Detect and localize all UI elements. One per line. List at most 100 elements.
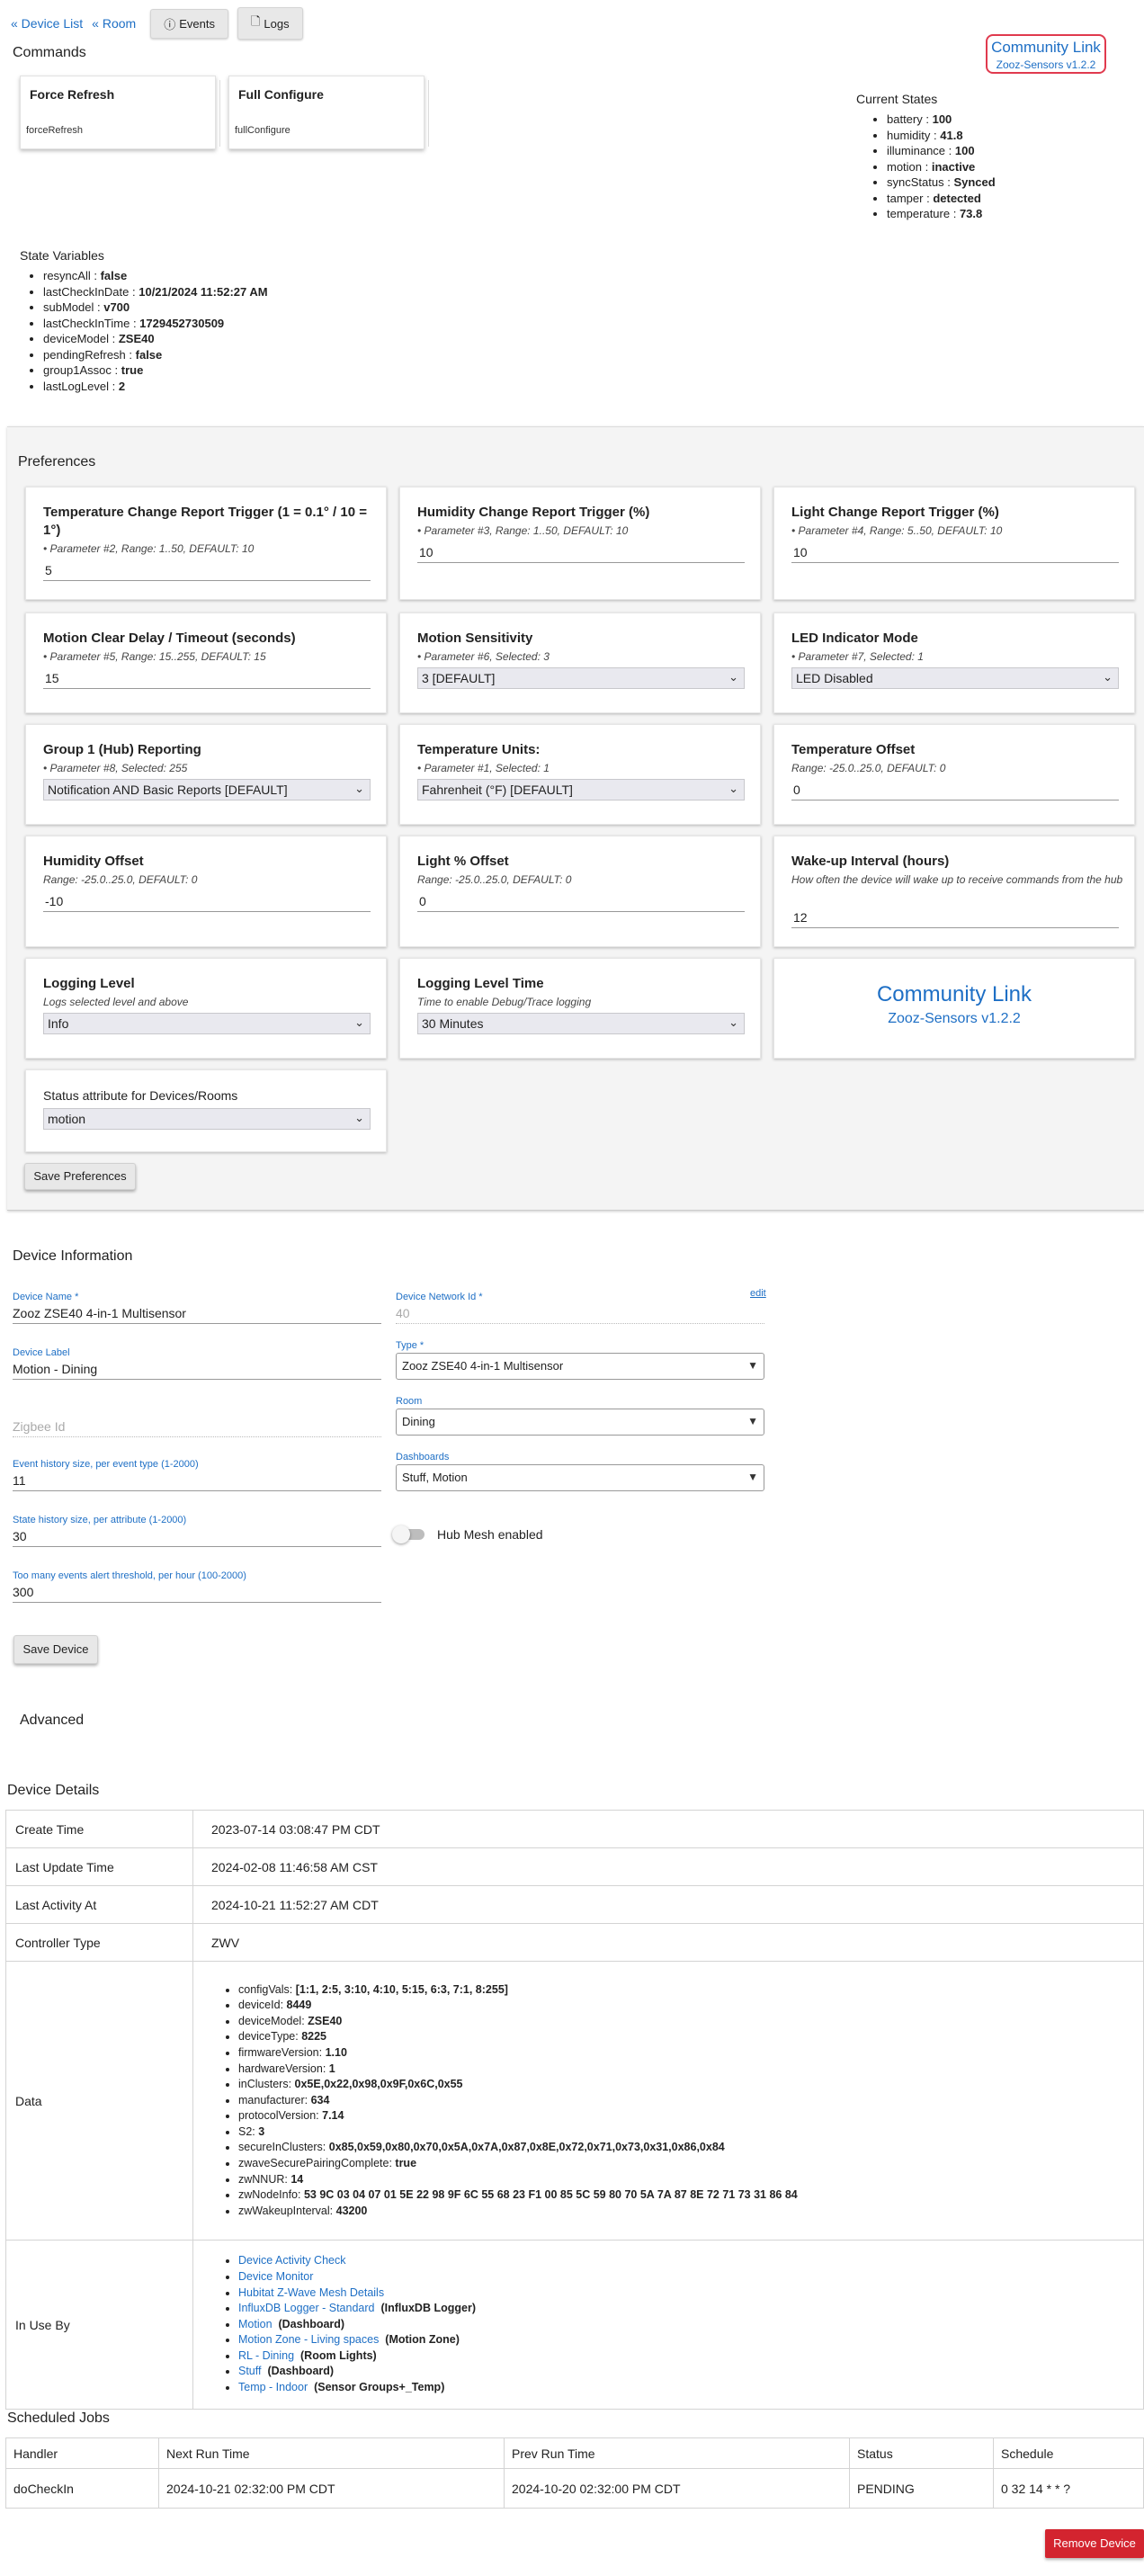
temp-offset-input[interactable]: 0 xyxy=(791,781,1119,801)
app-link[interactable]: InfluxDB Logger - Standard xyxy=(238,2302,374,2314)
device-name-input[interactable]: Zooz ZSE40 4-in-1 Multisensor xyxy=(13,1304,381,1324)
app-link[interactable]: Hubitat Z-Wave Mesh Details xyxy=(238,2286,384,2299)
detail-value: ZWV xyxy=(192,1923,1144,1962)
pref-desc: Logs selected level and above xyxy=(43,996,189,1008)
state-item: temperature : 73.8 xyxy=(887,206,996,222)
state-variables-heading: State Variables xyxy=(20,248,104,263)
pref-community-link[interactable]: Community Link Zooz-Sensors v1.2.2 xyxy=(773,958,1135,1059)
app-link[interactable]: Device Monitor xyxy=(238,2270,313,2283)
chevron-down-icon: ⌄ xyxy=(354,782,364,795)
list-item: Device Activity Check xyxy=(238,2253,1142,2269)
select-value: 3 [DEFAULT] xyxy=(422,671,496,685)
top-nav: « Device List « Room ⓘ Events 🗋 Logs xyxy=(11,7,303,40)
logs-button[interactable]: 🗋 Logs xyxy=(237,7,303,40)
list-item: protocolVersion: 7.14 xyxy=(238,2108,1142,2124)
column-header: Next Run Time xyxy=(158,2437,505,2469)
light-offset-input[interactable]: 0 xyxy=(417,892,745,912)
list-item: Temp - Indoor (Sensor Groups+_Temp) xyxy=(238,2380,1142,2396)
community-link-title: Community Link xyxy=(991,39,1101,56)
save-preferences-button[interactable]: Save Preferences xyxy=(24,1163,136,1190)
force-refresh-command[interactable]: Force Refresh forceRefresh xyxy=(20,76,220,149)
zigbee-id-input[interactable]: Zigbee Id xyxy=(13,1418,381,1437)
remove-device-button[interactable]: Remove Device xyxy=(1045,2529,1144,2558)
device-list-link[interactable]: « Device List xyxy=(11,16,83,31)
pref-light-trigger: Light Change Report Trigger (%) • Parame… xyxy=(773,487,1135,600)
wakeup-interval-input[interactable]: 12 xyxy=(791,908,1119,928)
save-device-button[interactable]: Save Device xyxy=(13,1635,98,1664)
events-button[interactable]: ⓘ Events xyxy=(150,8,228,39)
state-variable-item: resyncAll : false xyxy=(43,268,268,284)
device-label-input[interactable]: Motion - Dining xyxy=(13,1360,381,1380)
chevron-down-icon: ⌄ xyxy=(354,1111,364,1124)
pref-humidity-trigger: Humidity Change Report Trigger (%) • Par… xyxy=(399,487,761,600)
pref-desc: Range: -25.0..25.0, DEFAULT: 0 xyxy=(43,873,198,886)
current-states-list: battery : 100 humidity : 41.8 illuminanc… xyxy=(871,112,996,222)
table-row: Controller Type ZWV xyxy=(5,1923,1144,1962)
document-icon: 🗋 xyxy=(250,14,261,28)
job-status: PENDING xyxy=(849,2468,994,2509)
pref-title: Temperature Change Report Trigger (1 = 0… xyxy=(43,505,367,538)
advanced-toggle[interactable]: Advanced xyxy=(20,1713,84,1729)
pref-desc: • Parameter #1, Selected: 1 xyxy=(417,762,550,774)
select-value: Fahrenheit (°F) [DEFAULT] xyxy=(422,783,573,797)
list-item: RL - Dining (Room Lights) xyxy=(238,2348,1142,2365)
state-item: humidity : 41.8 xyxy=(887,128,996,144)
caret-down-icon: ▼ xyxy=(747,1359,758,1372)
temp-trigger-input[interactable]: 5 xyxy=(43,561,371,581)
table-row: Last Update Time 2024-02-08 11:46:58 AM … xyxy=(5,1847,1144,1886)
app-link[interactable]: Motion xyxy=(238,2318,273,2330)
chevron-down-icon: ⌄ xyxy=(728,670,738,684)
edit-network-id-link[interactable]: edit xyxy=(750,1288,766,1299)
events-label: Events xyxy=(179,16,215,31)
event-history-input[interactable]: 11 xyxy=(13,1471,381,1491)
type-select[interactable]: Zooz ZSE40 4-in-1 Multisensor ▼ xyxy=(396,1353,764,1380)
pref-humidity-offset: Humidity Offset Range: -25.0..25.0, DEFA… xyxy=(25,836,387,947)
app-link[interactable]: Device Activity Check xyxy=(238,2254,345,2267)
humidity-offset-input[interactable]: -10 xyxy=(43,892,371,912)
dashboards-select[interactable]: Stuff, Motion ▼ xyxy=(396,1464,764,1491)
list-item: zwNNUR: 14 xyxy=(238,2172,1142,2188)
alert-threshold-input[interactable]: 300 xyxy=(13,1583,381,1603)
app-link[interactable]: Motion Zone - Living spaces xyxy=(238,2333,379,2346)
pref-title: Group 1 (Hub) Reporting xyxy=(43,742,201,757)
list-item: Motion Zone - Living spaces (Motion Zone… xyxy=(238,2332,1142,2348)
logging-level-select[interactable]: Info ⌄ xyxy=(43,1013,371,1034)
preferences-heading: Preferences xyxy=(18,454,96,470)
in-use-cell: Device Activity Check Device Monitor Hub… xyxy=(192,2240,1144,2410)
app-link[interactable]: RL - Dining xyxy=(238,2349,294,2362)
led-mode-select[interactable]: LED Disabled ⌄ xyxy=(791,667,1119,689)
column-header: Schedule xyxy=(993,2437,1144,2469)
list-item: Device Monitor xyxy=(238,2269,1142,2285)
app-link[interactable]: Temp - Indoor xyxy=(238,2381,308,2393)
room-link[interactable]: « Room xyxy=(92,16,136,31)
light-trigger-input[interactable]: 10 xyxy=(791,543,1119,563)
room-select[interactable]: Dining ▼ xyxy=(396,1409,764,1436)
status-attribute-select[interactable]: motion ⌄ xyxy=(43,1108,371,1130)
command-title: Full Configure xyxy=(238,87,324,102)
temp-units-select[interactable]: Fahrenheit (°F) [DEFAULT] ⌄ xyxy=(417,779,745,801)
app-link[interactable]: Stuff xyxy=(238,2365,261,2377)
device-details-table: Create Time 2023-07-14 03:08:47 PM CDT L… xyxy=(5,1810,1144,2410)
motion-sensitivity-select[interactable]: 3 [DEFAULT] ⌄ xyxy=(417,667,745,689)
list-item: S2: 3 xyxy=(238,2124,1142,2141)
motion-clear-input[interactable]: 15 xyxy=(43,669,371,689)
pref-temp-units: Temperature Units: • Parameter #1, Selec… xyxy=(399,724,761,825)
pref-title: Light Change Report Trigger (%) xyxy=(791,505,999,520)
scheduled-jobs-heading: Scheduled Jobs xyxy=(7,2411,110,2426)
data-cell: configVals: [1:1, 2:5, 3:10, 4:10, 5:15,… xyxy=(192,1961,1144,2241)
full-configure-command[interactable]: Full Configure fullConfigure xyxy=(228,76,429,149)
device-details-heading: Device Details xyxy=(7,1783,100,1798)
state-item: tamper : detected xyxy=(887,191,996,207)
state-history-input[interactable]: 30 xyxy=(13,1527,381,1547)
event-history-label: Event history size, per event type (1-20… xyxy=(13,1459,199,1470)
logging-time-select[interactable]: 30 Minutes ⌄ xyxy=(417,1013,745,1034)
list-item: configVals: [1:1, 2:5, 3:10, 4:10, 5:15,… xyxy=(238,1982,1142,1999)
pref-title: Temperature Units: xyxy=(417,742,541,757)
community-link-badge[interactable]: Community Link Zooz-Sensors v1.2.2 xyxy=(986,34,1106,74)
chevron-down-icon: ⌄ xyxy=(1103,670,1113,684)
humidity-trigger-input[interactable]: 10 xyxy=(417,543,745,563)
pref-desc: • Parameter #6, Selected: 3 xyxy=(417,650,550,663)
group1-select[interactable]: Notification AND Basic Reports [DEFAULT]… xyxy=(43,779,371,801)
list-item: inClusters: 0x5E,0x22,0x98,0x9F,0x6C,0x5… xyxy=(238,2077,1142,2093)
select-value: LED Disabled xyxy=(796,671,873,685)
